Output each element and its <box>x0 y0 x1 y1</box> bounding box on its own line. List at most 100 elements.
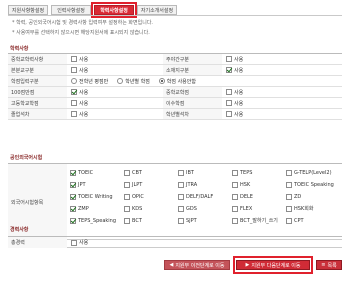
checkbox-checked-icon[interactable] <box>70 181 76 188</box>
checkbox-icon[interactable] <box>226 89 232 95</box>
field-label: 주야간구분 <box>163 54 222 64</box>
checkbox-icon[interactable] <box>286 169 292 176</box>
tab-cover-letter-settings[interactable]: 자기소개서설정 <box>137 5 177 15</box>
checkbox-icon[interactable] <box>286 193 292 200</box>
checkbox-icon[interactable] <box>232 205 238 212</box>
option-label: TOEIC Writing <box>78 193 113 200</box>
use-checkbox[interactable]: 사용 <box>226 100 243 107</box>
checkbox-icon[interactable] <box>71 56 77 62</box>
checkbox-icon[interactable] <box>226 100 232 106</box>
use-checkbox[interactable]: 사용 <box>71 56 88 63</box>
language-option[interactable]: TEPS_Speaking <box>70 216 124 225</box>
checkbox-icon[interactable] <box>286 181 292 188</box>
checkbox-icon[interactable] <box>232 181 238 188</box>
field-label: 본분교구분 <box>8 65 67 75</box>
tab-education-settings[interactable]: 학력사항설정 <box>91 2 137 18</box>
checkbox-icon[interactable] <box>71 239 77 246</box>
use-checkbox[interactable]: 사용 <box>71 100 88 107</box>
use-checkbox[interactable]: 사용 <box>71 89 88 96</box>
checkbox-icon[interactable] <box>286 217 292 224</box>
language-option[interactable]: ZMP <box>70 204 124 213</box>
use-checkbox[interactable]: 사용 <box>226 89 243 96</box>
field-value: 사용 <box>67 98 163 108</box>
radio-icon[interactable] <box>71 78 77 84</box>
checkbox-icon[interactable] <box>124 205 130 212</box>
checkbox-icon[interactable] <box>232 193 238 200</box>
option-label: GDS <box>186 205 197 212</box>
tab-personal-settings[interactable]: 인력사항설정 <box>51 5 91 15</box>
language-option[interactable]: HSK회화 <box>286 204 340 213</box>
language-option[interactable]: BCT_말하기_쓰기 <box>232 216 286 225</box>
checkbox-icon[interactable] <box>226 56 232 62</box>
language-option[interactable]: SJPT <box>178 216 232 225</box>
checkbox-icon[interactable] <box>178 181 184 188</box>
option-label: JPT <box>78 181 86 188</box>
checkbox-icon[interactable] <box>232 169 238 176</box>
checkbox-icon[interactable] <box>178 205 184 212</box>
language-option[interactable]: DELE <box>232 192 286 201</box>
section-title-language: 공인외국어시험 <box>10 155 43 161</box>
prev-step-button[interactable]: ◀ 지원부 이전단계로 이동 <box>164 260 230 270</box>
checkbox-icon[interactable] <box>226 111 232 117</box>
checkbox-checked-icon[interactable] <box>70 205 76 212</box>
use-checkbox[interactable]: 사용 <box>71 67 88 74</box>
language-option[interactable]: KDS <box>124 204 178 213</box>
option-label: HSK회화 <box>294 206 314 212</box>
checkbox-icon[interactable] <box>124 193 130 200</box>
option-label: BCT <box>132 217 142 224</box>
checkbox-icon[interactable] <box>178 169 184 176</box>
use-checkbox[interactable]: 사용 <box>71 239 88 246</box>
next-step-button[interactable]: ▶ 지원부 다음단계로 이동 <box>236 260 310 270</box>
checkbox-checked-icon[interactable] <box>226 67 232 73</box>
option-label: 사용 <box>79 240 89 246</box>
language-option[interactable]: FLEX <box>232 204 286 213</box>
language-option[interactable]: CBT <box>124 168 178 177</box>
radio-all-grades[interactable]: 전학년 평점만 <box>71 78 108 85</box>
radio-icon[interactable] <box>117 78 124 84</box>
checkbox-icon[interactable] <box>232 217 238 224</box>
language-option[interactable]: TOEIC <box>70 168 124 177</box>
language-option[interactable]: TOEIC Writing <box>70 192 124 201</box>
option-label: TEPS <box>240 169 253 176</box>
button-label: 지원부 다음단계로 이동 <box>251 262 301 269</box>
language-option[interactable]: JPT <box>70 180 124 189</box>
language-option[interactable]: HSK <box>232 180 286 189</box>
field-value: 사용 <box>67 237 163 248</box>
checkbox-icon[interactable] <box>124 181 130 188</box>
tab-application-settings[interactable]: 지원사항항설정 <box>8 5 48 15</box>
language-option[interactable]: DELF/DALF <box>178 192 232 201</box>
checkbox-checked-icon[interactable] <box>70 169 76 176</box>
list-button[interactable]: ≡ 목록 <box>316 260 342 270</box>
checkbox-icon[interactable] <box>71 67 77 73</box>
checkbox-checked-icon[interactable] <box>71 89 77 95</box>
checkbox-icon[interactable] <box>178 217 184 224</box>
language-option[interactable]: CPT <box>286 216 340 225</box>
checkbox-icon[interactable] <box>71 111 77 117</box>
use-checkbox[interactable]: 사용 <box>226 56 243 63</box>
language-option[interactable]: TOEIC Speaking <box>286 180 340 189</box>
language-option[interactable]: G-TELP(Level2) <box>286 168 340 177</box>
use-checkbox[interactable]: 사용 <box>226 67 243 74</box>
use-checkbox[interactable]: 사용 <box>226 111 243 118</box>
checkbox-icon[interactable] <box>124 217 130 224</box>
radio-no-grade[interactable]: 학점 사용안함 <box>158 78 196 85</box>
language-option[interactable]: OPIC <box>124 192 178 201</box>
checkbox-checked-icon[interactable] <box>70 193 76 200</box>
language-option[interactable]: GDS <box>178 204 232 213</box>
language-option[interactable]: JLPT <box>124 180 178 189</box>
language-option[interactable]: JTRA <box>178 180 232 189</box>
checkbox-icon[interactable] <box>124 169 130 176</box>
checkbox-icon[interactable] <box>286 205 292 212</box>
language-option[interactable]: IBT <box>178 168 232 177</box>
language-option[interactable]: BCT <box>124 216 178 225</box>
checkbox-icon[interactable] <box>178 193 184 200</box>
checkbox-icon[interactable] <box>71 100 77 106</box>
language-option[interactable]: TEPS <box>232 168 286 177</box>
radio-by-year[interactable]: 학년별 학점 <box>117 78 150 85</box>
field-value: 사용 <box>67 65 163 75</box>
language-option[interactable]: ZD <box>286 192 340 201</box>
radio-selected-icon[interactable] <box>158 78 165 84</box>
checkbox-checked-icon[interactable] <box>70 217 76 224</box>
field-value: 사용 <box>222 54 342 64</box>
use-checkbox[interactable]: 사용 <box>71 111 88 118</box>
